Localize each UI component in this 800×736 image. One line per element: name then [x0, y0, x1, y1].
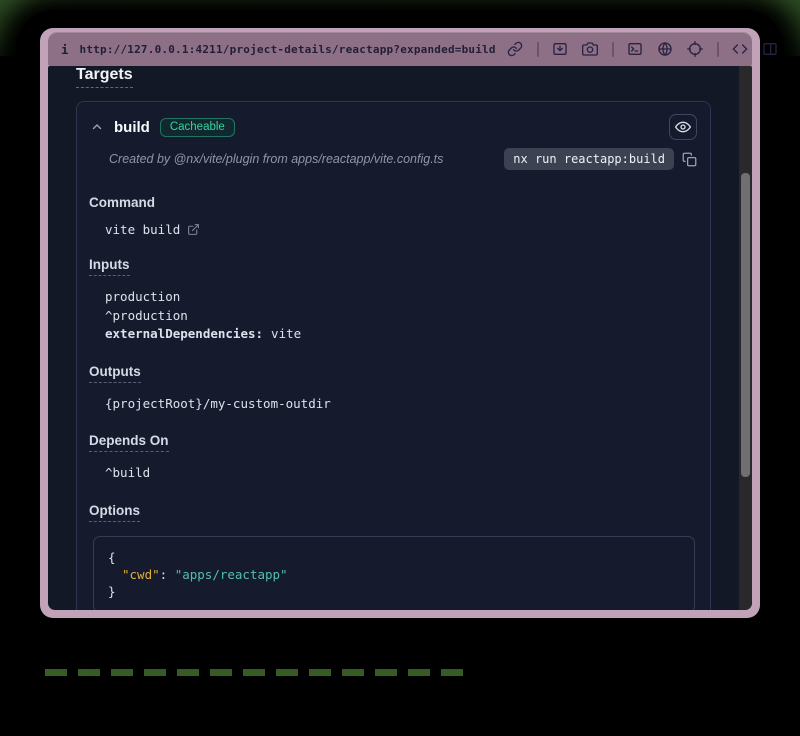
external-dependencies-key: externalDependencies: — [105, 326, 263, 341]
json-value: "apps/reactapp" — [175, 567, 288, 582]
options-json-block: { "cwd": "apps/reactapp" } — [93, 536, 695, 611]
external-link-icon[interactable] — [187, 223, 200, 236]
build-target-sections: Command vite build Inputs — [77, 180, 710, 610]
browser-window: i http://127.0.0.1:4211/project-details/… — [40, 28, 760, 618]
code-icon[interactable] — [732, 41, 749, 58]
outputs-label[interactable]: Outputs — [89, 364, 141, 383]
split-panel-icon[interactable] — [762, 41, 779, 58]
eye-icon — [675, 119, 691, 135]
terminal-icon[interactable] — [627, 41, 644, 58]
outputs-section: Outputs {projectRoot}/my-custom-outdir — [89, 363, 697, 414]
project-details-page: Targets build Cacheable Created by @nx/v… — [48, 66, 752, 610]
input-item: production — [105, 288, 697, 307]
crosshair-icon[interactable] — [687, 41, 704, 58]
scrollbar[interactable] — [739, 66, 752, 610]
json-key: "cwd" — [122, 567, 160, 582]
options-section: Options { "cwd": "apps/reactapp" } — [89, 502, 697, 611]
browser-toolbar: i http://127.0.0.1:4211/project-details/… — [48, 32, 752, 66]
view-target-graph-button[interactable] — [669, 114, 697, 140]
download-icon[interactable] — [552, 41, 569, 58]
depends-on-item: ^build — [105, 464, 697, 483]
toolbar-divider — [717, 42, 719, 57]
json-line: { — [108, 549, 680, 566]
toolbar-actions — [507, 41, 779, 58]
chevron-up-icon[interactable] — [90, 120, 104, 134]
desktop-bottom-pattern — [45, 669, 463, 676]
json-separator: : — [160, 567, 175, 582]
link-icon[interactable] — [507, 41, 524, 58]
targets-heading: Targets — [76, 66, 133, 88]
external-dependencies-value: vite — [271, 326, 301, 341]
globe-icon[interactable] — [657, 41, 674, 58]
build-target-header[interactable]: build Cacheable — [77, 102, 710, 146]
run-command-chip: nx run reactapp:build — [504, 148, 674, 170]
input-item: externalDependencies: vite — [105, 325, 697, 344]
build-target-card: build Cacheable Created by @nx/vite/plug… — [76, 101, 711, 610]
depends-on-label[interactable]: Depends On — [89, 433, 169, 452]
build-target-subheader: Created by @nx/vite/plugin from apps/rea… — [77, 146, 710, 180]
command-section: Command vite build — [89, 194, 697, 237]
copy-icon[interactable] — [682, 152, 697, 167]
toolbar-divider — [612, 42, 614, 57]
depends-on-section: Depends On ^build — [89, 432, 697, 483]
command-label: Command — [89, 195, 155, 210]
input-item: ^production — [105, 307, 697, 326]
json-line: } — [108, 583, 680, 600]
target-name: build — [114, 119, 150, 136]
inputs-section: Inputs production ^production externalDe… — [89, 256, 697, 344]
output-item: {projectRoot}/my-custom-outdir — [105, 395, 697, 414]
camera-icon[interactable] — [582, 41, 599, 58]
toolbar-divider — [537, 42, 539, 57]
options-label[interactable]: Options — [89, 503, 140, 522]
scrollbar-thumb[interactable] — [741, 173, 750, 477]
run-command-group: nx run reactapp:build — [504, 148, 697, 170]
address-bar-url[interactable]: http://127.0.0.1:4211/project-details/re… — [80, 43, 496, 56]
json-line: "cwd": "apps/reactapp" — [108, 566, 680, 583]
created-by-text: Created by @nx/vite/plugin from apps/rea… — [109, 152, 443, 166]
info-icon: i — [61, 42, 69, 57]
cacheable-badge: Cacheable — [160, 118, 235, 137]
command-value: vite build — [105, 222, 180, 237]
inputs-label[interactable]: Inputs — [89, 257, 130, 276]
